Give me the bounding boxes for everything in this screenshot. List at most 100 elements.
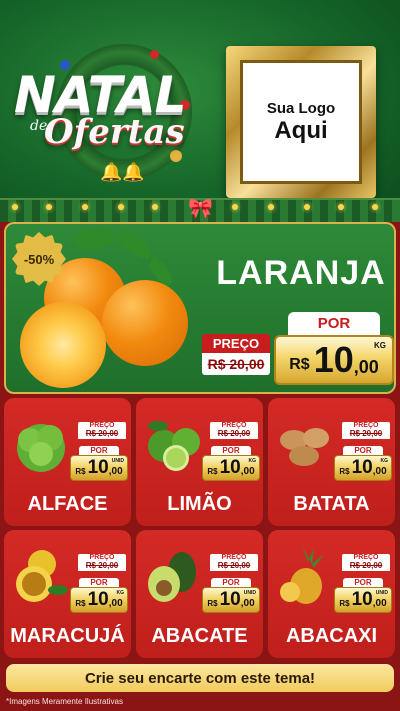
- old-price: PREÇO R$ 20,00: [342, 422, 390, 439]
- currency-symbol: R$: [339, 598, 350, 608]
- new-price-label: POR: [211, 578, 251, 587]
- logo-frame[interactable]: Sua Logo Aqui: [226, 46, 376, 198]
- old-price-label: PREÇO: [202, 334, 270, 353]
- product-image: [8, 542, 74, 608]
- price-integer: 10: [87, 457, 109, 478]
- logo-placeholder: Sua Logo Aqui: [240, 60, 362, 184]
- product-name: ABACAXI: [285, 625, 378, 647]
- currency-symbol: R$: [207, 598, 218, 608]
- product-name: ABACATE: [151, 625, 248, 647]
- new-price-label: POR: [211, 446, 251, 455]
- price-unit: UNID: [243, 590, 256, 596]
- price-integer: 10: [351, 457, 373, 478]
- product-card[interactable]: PREÇO R$ 20,00 POR R$ 10 ,00 KG LIMÃO: [136, 398, 263, 526]
- price-decimal: ,00: [240, 598, 255, 609]
- old-price-value: R$ 20,00: [210, 561, 258, 571]
- new-price: POR R$ 10 ,00 UNID: [70, 446, 128, 481]
- new-price: POR R$ 10 ,00 UNID: [202, 578, 260, 613]
- hero-old-price: PREÇO R$ 20,00: [202, 334, 270, 380]
- price-unit: KG: [374, 341, 386, 350]
- leaf-icon: [71, 224, 117, 258]
- old-price: PREÇO R$ 20,00: [342, 554, 390, 571]
- product-name: BATATA: [293, 493, 370, 515]
- product-card[interactable]: PREÇO R$ 20,00 POR R$ 10 ,00 UNID ABACAT…: [136, 530, 263, 658]
- price-integer: 10: [87, 589, 109, 610]
- bells-icon: 🔔🔔: [100, 162, 145, 182]
- disclaimer-text: *Imagens Meramente Ilustrativas: [6, 697, 123, 706]
- old-price: PREÇO R$ 20,00: [78, 554, 126, 571]
- bow-icon: 🎀: [188, 198, 213, 220]
- price-unit: KG: [380, 458, 389, 464]
- new-price-value: R$ 10 ,00 KG: [274, 335, 394, 385]
- new-price-label: POR: [343, 578, 383, 587]
- orange-slice-icon: [20, 302, 106, 388]
- currency-symbol: R$: [289, 356, 310, 373]
- old-price-label: PREÇO: [210, 422, 258, 429]
- product-name: ALFACE: [27, 493, 108, 515]
- product-image: [272, 410, 338, 476]
- price-decimal: ,00: [372, 466, 387, 477]
- price-integer: 10: [219, 457, 241, 478]
- new-price-label: POR: [288, 312, 380, 335]
- price-unit: UNID: [111, 458, 124, 464]
- price-decimal: ,00: [372, 598, 387, 609]
- create-flyer-button[interactable]: Crie seu encarte com este tema!: [6, 664, 394, 692]
- new-price: POR R$ 10 ,00 KG: [202, 446, 260, 481]
- logo-line-2: Aqui: [274, 116, 328, 144]
- hero-product-card[interactable]: -50% LARANJA PREÇO R$ 20,00 POR R$ 10 ,0…: [4, 222, 396, 394]
- ofertas-title: Ofertas: [44, 112, 185, 152]
- logo-line-1: Sua Logo: [266, 99, 336, 117]
- new-price-label: POR: [79, 578, 119, 587]
- currency-symbol: R$: [75, 598, 86, 608]
- price-integer: 10: [219, 589, 241, 610]
- product-card[interactable]: PREÇO R$ 20,00 POR R$ 10 ,00 KG BATATA: [268, 398, 395, 526]
- product-image: [140, 410, 206, 476]
- price-unit: KG: [248, 458, 257, 464]
- new-price-value: R$ 10 ,00 UNID: [202, 587, 260, 613]
- christmas-garland: 🎀: [0, 198, 400, 222]
- new-price-value: R$ 10 ,00 KG: [70, 587, 128, 613]
- old-price-value: R$ 20,00: [342, 429, 390, 439]
- product-name: LIMÃO: [167, 493, 232, 515]
- new-price: POR R$ 10 ,00 KG: [334, 446, 392, 481]
- price-decimal: ,00: [108, 598, 123, 609]
- price-decimal: ,00: [353, 356, 379, 377]
- hero-product-name: LARANJA: [216, 254, 386, 292]
- new-price-value: R$ 10 ,00 KG: [334, 455, 392, 481]
- old-price: PREÇO R$ 20,00: [210, 422, 258, 439]
- new-price-value: R$ 10 ,00 KG: [202, 455, 260, 481]
- old-price-value: R$ 20,00: [78, 429, 126, 439]
- ornament-icon: [150, 50, 159, 59]
- orange-icon: [102, 280, 188, 366]
- old-price: PREÇO R$ 20,00: [210, 554, 258, 571]
- new-price-label: POR: [343, 446, 383, 455]
- price-integer: 10: [313, 339, 354, 380]
- old-price-value: R$ 20,00: [78, 561, 126, 571]
- product-card[interactable]: PREÇO R$ 20,00 POR R$ 10 ,00 UNID ALFACE: [4, 398, 131, 526]
- hero-new-price: POR R$ 10 ,00 KG: [274, 312, 394, 385]
- leaf-icon: [113, 228, 155, 260]
- old-price: PREÇO R$ 20,00: [78, 422, 126, 439]
- currency-symbol: R$: [207, 466, 218, 476]
- header-banner: NATAL de Ofertas 🔔🔔 Sua Logo Aqui 🎀: [0, 0, 400, 222]
- product-card[interactable]: PREÇO R$ 20,00 POR R$ 10 ,00 UNID ABACAX…: [268, 530, 395, 658]
- product-image: [8, 410, 74, 476]
- product-image: [272, 542, 338, 608]
- product-name: MARACUJÁ: [10, 625, 125, 647]
- product-card[interactable]: PREÇO R$ 20,00 POR R$ 10 ,00 KG MARACUJÁ: [4, 530, 131, 658]
- price-unit: KG: [116, 590, 125, 596]
- product-image: [140, 542, 206, 608]
- old-price-label: PREÇO: [78, 422, 126, 429]
- new-price: POR R$ 10 ,00 KG: [70, 578, 128, 613]
- new-price-label: POR: [79, 446, 119, 455]
- currency-symbol: R$: [339, 466, 350, 476]
- old-price-label: PREÇO: [342, 554, 390, 561]
- new-price-value: R$ 10 ,00 UNID: [334, 587, 392, 613]
- old-price-value: R$ 20,00: [202, 353, 270, 375]
- old-price-value: R$ 20,00: [342, 561, 390, 571]
- currency-symbol: R$: [75, 466, 86, 476]
- new-price-value: R$ 10 ,00 UNID: [70, 455, 128, 481]
- price-unit: UNID: [375, 590, 388, 596]
- old-price-label: PREÇO: [210, 554, 258, 561]
- old-price-value: R$ 20,00: [210, 429, 258, 439]
